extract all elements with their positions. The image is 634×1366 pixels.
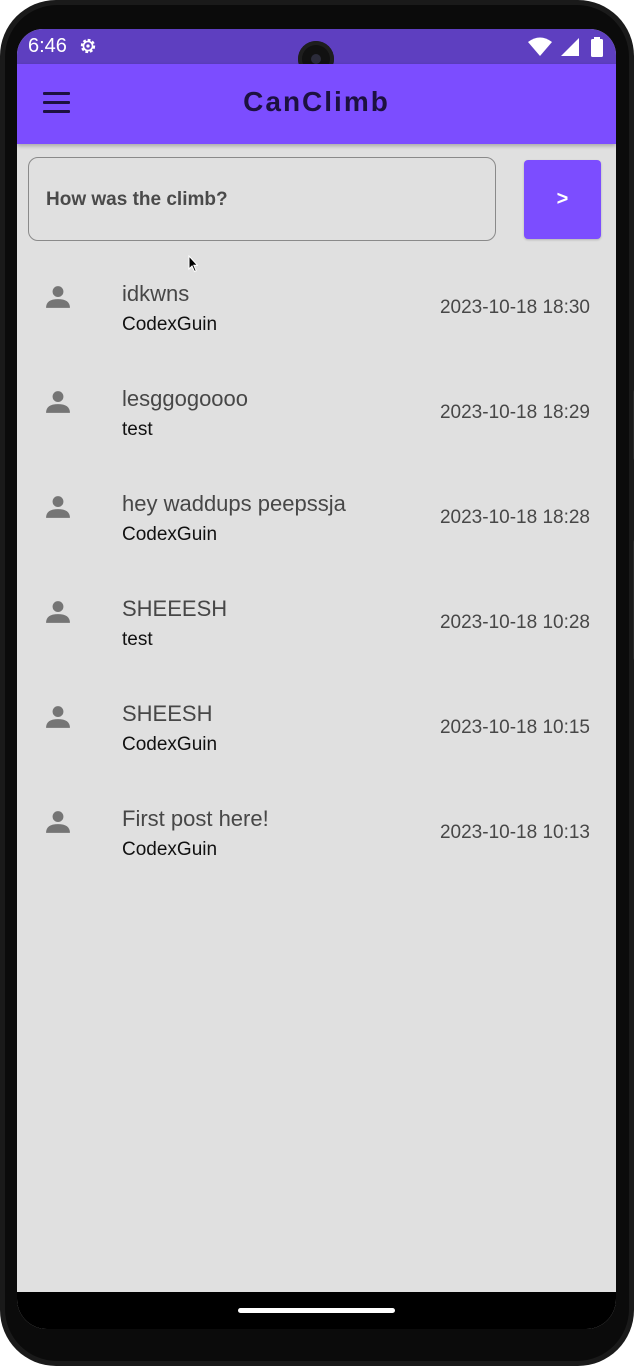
wifi-icon — [528, 37, 553, 56]
post-author: CodexGuin — [122, 524, 218, 545]
post-author: CodexGuin — [122, 839, 218, 860]
status-icons — [528, 37, 604, 57]
post-input[interactable]: How was the climb? — [28, 157, 496, 241]
app-screen: 6:46 CanClimb How was the climb? > idkwn… — [17, 29, 616, 1329]
app-bar: CanClimb — [17, 64, 616, 144]
person-icon — [46, 706, 70, 728]
post-author: test — [122, 629, 153, 650]
post-text: lesggogoooo — [122, 386, 249, 411]
battery-icon — [591, 37, 603, 57]
settings-gear-icon — [80, 38, 96, 54]
post-author: test — [122, 419, 153, 440]
post-input-placeholder: How was the climb? — [46, 189, 228, 210]
post-text: SHEEESH — [122, 596, 228, 621]
post-item[interactable]: lesggogoooo test 2023-10-18 18:29 — [17, 374, 616, 479]
post-list: idkwns CodexGuin 2023-10-18 18:30 lesggo… — [17, 269, 616, 899]
post-timestamp: 2023-10-18 10:28 — [439, 612, 590, 633]
post-text: First post here! — [122, 806, 269, 831]
person-icon — [46, 601, 70, 623]
post-timestamp: 2023-10-18 10:13 — [439, 822, 590, 843]
post-text: SHEESH — [122, 701, 213, 726]
send-button-label: > — [556, 188, 569, 210]
post-item[interactable]: SHEEESH test 2023-10-18 10:28 — [17, 584, 616, 689]
post-author: CodexGuin — [122, 314, 218, 335]
post-item[interactable]: First post here! CodexGuin 2023-10-18 10… — [17, 794, 616, 899]
post-text: hey waddups peepssja — [122, 491, 346, 516]
post-timestamp: 2023-10-18 10:15 — [439, 717, 590, 738]
phone-frame: 6:46 CanClimb How was the climb? > idkwn… — [0, 0, 634, 1366]
person-icon — [46, 811, 70, 833]
post-item[interactable]: hey waddups peepssja CodexGuin 2023-10-1… — [17, 479, 616, 584]
person-icon — [46, 496, 70, 518]
post-timestamp: 2023-10-18 18:28 — [439, 507, 590, 528]
post-author: CodexGuin — [122, 734, 218, 755]
send-button[interactable]: > — [524, 160, 601, 239]
post-item[interactable]: idkwns CodexGuin 2023-10-18 18:30 — [17, 269, 616, 374]
home-gesture-handle[interactable] — [238, 1308, 395, 1313]
person-icon — [46, 391, 70, 413]
person-icon — [46, 286, 70, 308]
system-navigation-bar — [17, 1292, 616, 1329]
status-time: 6:46 — [28, 35, 67, 57]
post-item[interactable]: SHEESH CodexGuin 2023-10-18 10:15 — [17, 689, 616, 794]
post-timestamp: 2023-10-18 18:29 — [439, 402, 590, 423]
cell-signal-icon — [560, 38, 579, 56]
app-title: CanClimb — [243, 86, 390, 117]
post-timestamp: 2023-10-18 18:30 — [439, 297, 590, 318]
post-text: idkwns — [122, 281, 190, 306]
